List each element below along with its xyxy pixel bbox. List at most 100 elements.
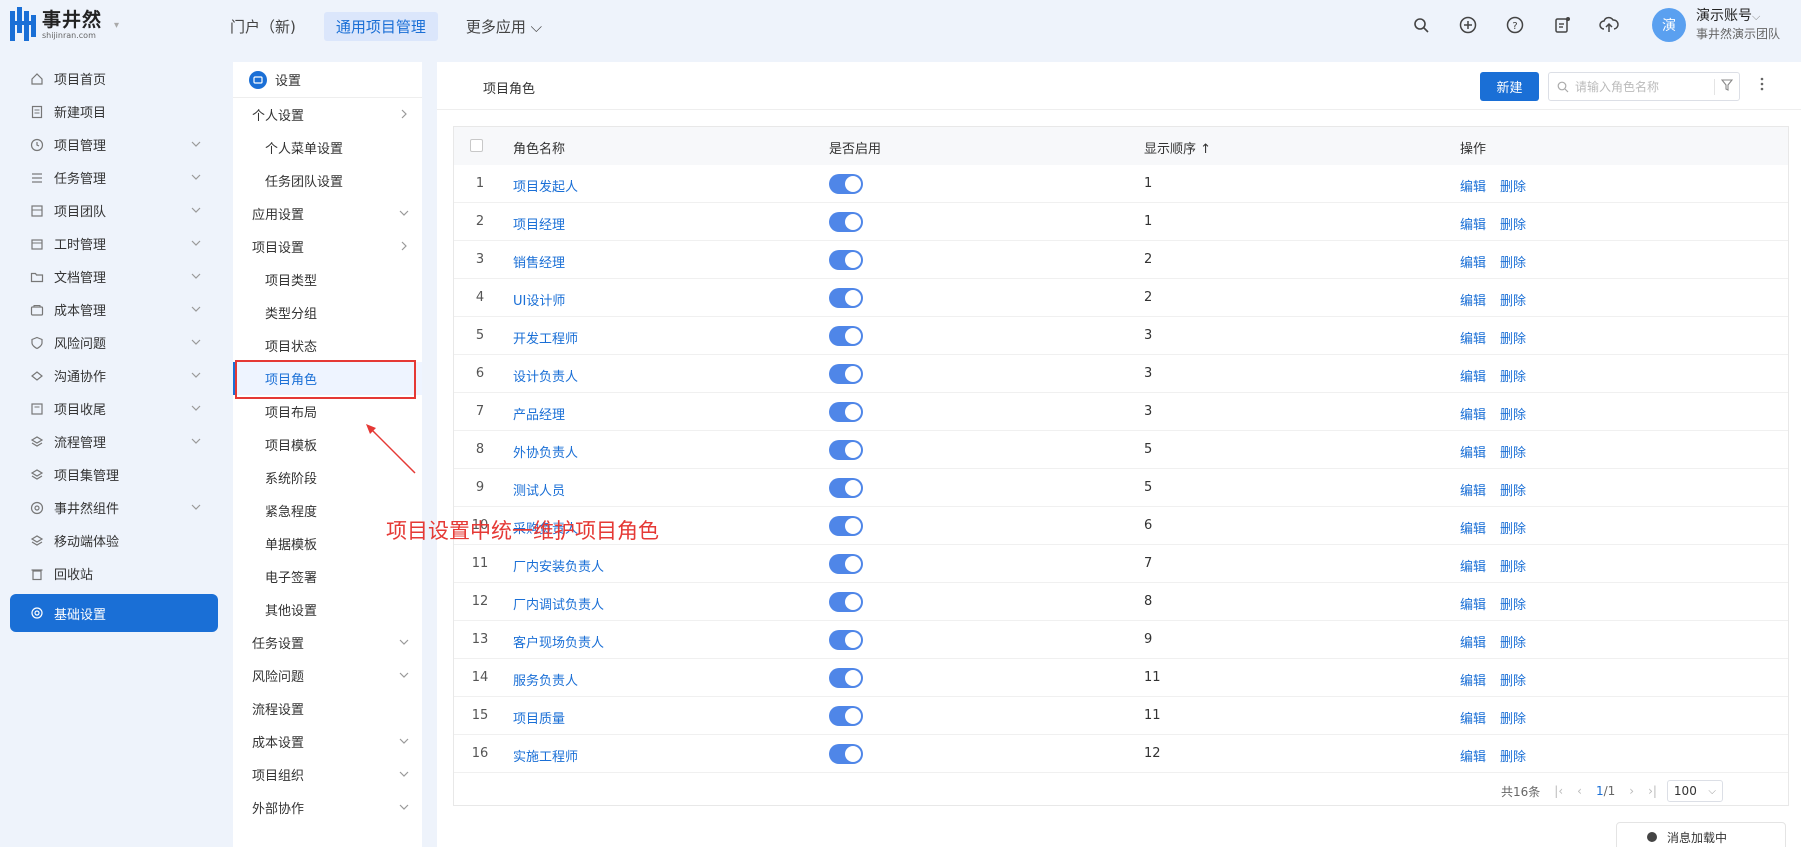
col-header-order[interactable]: 显示顺序 ↑ xyxy=(1144,138,1211,157)
role-name-link[interactable]: 开发工程师 xyxy=(513,328,578,347)
edit-button[interactable]: 编辑 xyxy=(1460,370,1486,385)
chevron-down-icon[interactable] xyxy=(398,636,410,652)
sidebar-item-10[interactable]: 项目收尾 xyxy=(0,392,228,425)
enabled-toggle[interactable] xyxy=(829,402,863,422)
sidebar-item-3[interactable]: 任务管理 xyxy=(0,161,228,194)
chevron-down-icon[interactable] xyxy=(398,768,410,784)
enabled-toggle[interactable] xyxy=(829,364,863,384)
chevron-down-icon[interactable] xyxy=(190,138,202,154)
prev-page-icon[interactable]: ‹ xyxy=(1577,784,1582,798)
sidebar-item-2[interactable]: 项目管理 xyxy=(0,128,228,161)
delete-button[interactable]: 删除 xyxy=(1500,560,1526,575)
enabled-toggle[interactable] xyxy=(829,706,863,726)
settings-item-18[interactable]: 流程设置 xyxy=(233,692,422,725)
role-name-link[interactable]: 实施工程师 xyxy=(513,746,578,765)
sidebar-item-4[interactable]: 项目团队 xyxy=(0,194,228,227)
settings-item-3[interactable]: 应用设置 xyxy=(233,197,422,230)
settings-item-1[interactable]: 个人菜单设置 xyxy=(233,131,422,164)
role-name-link[interactable]: 产品经理 xyxy=(513,404,565,423)
sidebar-item-13[interactable]: 事井然组件 xyxy=(0,491,228,524)
delete-button[interactable]: 删除 xyxy=(1500,408,1526,423)
edit-button[interactable]: 编辑 xyxy=(1460,256,1486,271)
brand-caret-icon[interactable]: ▾ xyxy=(114,20,119,31)
delete-button[interactable]: 删除 xyxy=(1500,484,1526,499)
delete-button[interactable]: 删除 xyxy=(1500,712,1526,727)
edit-button[interactable]: 编辑 xyxy=(1460,598,1486,613)
chevron-down-icon[interactable] xyxy=(190,435,202,451)
chevron-down-icon[interactable] xyxy=(190,336,202,352)
enabled-toggle[interactable] xyxy=(829,288,863,308)
delete-button[interactable]: 删除 xyxy=(1500,180,1526,195)
enabled-toggle[interactable] xyxy=(829,250,863,270)
settings-item-2[interactable]: 任务团队设置 xyxy=(233,164,422,197)
enabled-toggle[interactable] xyxy=(829,440,863,460)
edit-button[interactable]: 编辑 xyxy=(1460,674,1486,689)
new-role-button[interactable]: 新建 xyxy=(1480,72,1539,101)
settings-item-15[interactable]: 其他设置 xyxy=(233,593,422,626)
topnav-more-apps[interactable]: 更多应用 ⌵ xyxy=(454,12,554,41)
role-name-link[interactable]: 项目经理 xyxy=(513,214,565,233)
sidebar-item-8[interactable]: 风险问题 xyxy=(0,326,228,359)
sidebar-item-11[interactable]: 流程管理 xyxy=(0,425,228,458)
settings-item-7[interactable]: 项目状态 xyxy=(233,329,422,362)
chevron-right-icon[interactable] xyxy=(398,240,410,256)
enabled-toggle[interactable] xyxy=(829,326,863,346)
col-header-name[interactable]: 角色名称 xyxy=(513,138,565,157)
brand-logo[interactable]: 事井然 shijinran.com ▾ xyxy=(10,7,119,43)
settings-item-4[interactable]: 项目设置 xyxy=(233,230,422,263)
chevron-down-icon[interactable] xyxy=(190,270,202,286)
more-options-icon[interactable] xyxy=(1760,76,1764,96)
help-icon[interactable]: ? xyxy=(1504,14,1526,36)
edit-button[interactable]: 编辑 xyxy=(1460,522,1486,537)
plus-circle-icon[interactable] xyxy=(1457,14,1479,36)
current-page[interactable]: 1 xyxy=(1596,784,1604,798)
col-header-enabled[interactable]: 是否启用 xyxy=(829,138,881,157)
edit-button[interactable]: 编辑 xyxy=(1460,750,1486,765)
chevron-down-icon[interactable] xyxy=(190,204,202,220)
last-page-icon[interactable]: ›| xyxy=(1648,784,1657,798)
delete-button[interactable]: 删除 xyxy=(1500,332,1526,347)
role-name-link[interactable]: 厂内安装负责人 xyxy=(513,556,604,575)
role-name-link[interactable]: 测试人员 xyxy=(513,480,565,499)
delete-button[interactable]: 删除 xyxy=(1500,598,1526,613)
delete-button[interactable]: 删除 xyxy=(1500,256,1526,271)
role-name-link[interactable]: 销售经理 xyxy=(513,252,565,271)
topnav-project-management[interactable]: 通用项目管理 xyxy=(323,12,438,41)
role-name-link[interactable]: UI设计师 xyxy=(513,290,565,309)
enabled-toggle[interactable] xyxy=(829,592,863,612)
edit-button[interactable]: 编辑 xyxy=(1460,332,1486,347)
delete-button[interactable]: 删除 xyxy=(1500,218,1526,233)
edit-button[interactable]: 编辑 xyxy=(1460,484,1486,499)
chevron-down-icon[interactable] xyxy=(398,207,410,223)
enabled-toggle[interactable] xyxy=(829,212,863,232)
edit-button[interactable]: 编辑 xyxy=(1460,636,1486,651)
delete-button[interactable]: 删除 xyxy=(1500,522,1526,537)
delete-button[interactable]: 删除 xyxy=(1500,294,1526,309)
role-search-input[interactable] xyxy=(1575,79,1715,94)
sidebar-item-9[interactable]: 沟通协作 xyxy=(0,359,228,392)
chevron-down-icon[interactable] xyxy=(190,171,202,187)
sidebar-item-1[interactable]: 新建项目 xyxy=(0,95,228,128)
settings-item-6[interactable]: 类型分组 xyxy=(233,296,422,329)
role-name-link[interactable]: 项目发起人 xyxy=(513,176,578,195)
enabled-toggle[interactable] xyxy=(829,554,863,574)
settings-item-14[interactable]: 电子签署 xyxy=(233,560,422,593)
settings-item-17[interactable]: 风险问题 xyxy=(233,659,422,692)
chevron-down-icon[interactable] xyxy=(190,303,202,319)
settings-item-16[interactable]: 任务设置 xyxy=(233,626,422,659)
chevron-right-icon[interactable] xyxy=(398,108,410,124)
search-icon[interactable] xyxy=(1410,14,1432,36)
sidebar-item-14[interactable]: 移动端体验 xyxy=(0,524,228,557)
delete-button[interactable]: 删除 xyxy=(1500,674,1526,689)
topnav-portal[interactable]: 门户（新) xyxy=(218,12,308,41)
settings-item-20[interactable]: 项目组织 xyxy=(233,758,422,791)
chevron-down-icon[interactable] xyxy=(190,237,202,253)
enabled-toggle[interactable] xyxy=(829,516,863,536)
filter-icon[interactable] xyxy=(1714,79,1734,95)
chevron-down-icon[interactable] xyxy=(190,501,202,517)
edit-button[interactable]: 编辑 xyxy=(1460,294,1486,309)
user-menu[interactable]: 演 演示账号⌵ 事井然演示团队 xyxy=(1652,7,1780,42)
enabled-toggle[interactable] xyxy=(829,630,863,650)
sidebar-item-12[interactable]: 项目集管理 xyxy=(0,458,228,491)
chevron-down-icon[interactable] xyxy=(398,735,410,751)
